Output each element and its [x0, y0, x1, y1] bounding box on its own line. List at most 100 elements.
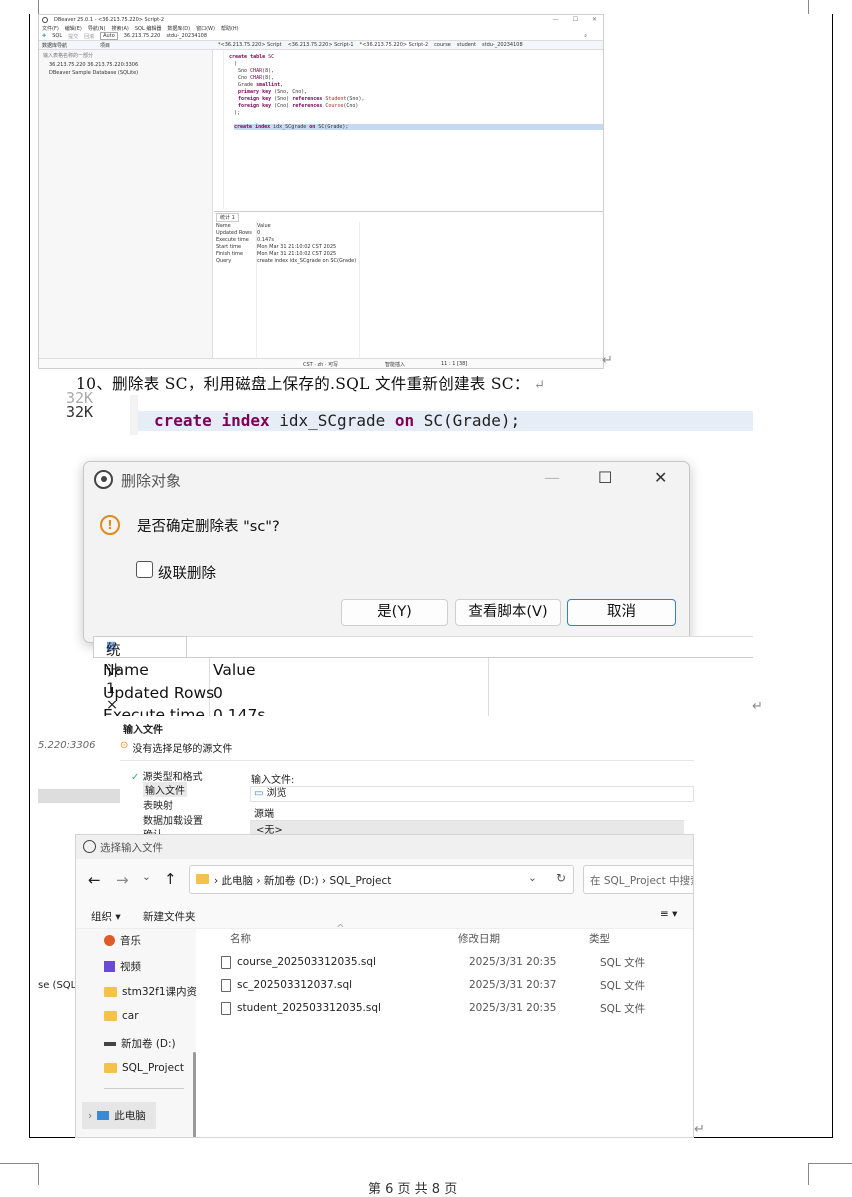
- recent-chevron-icon[interactable]: ⌄: [142, 871, 151, 883]
- view-script-button[interactable]: 查看脚本(V): [455, 599, 561, 626]
- yes-button[interactable]: 是(Y): [341, 599, 448, 626]
- sidebar-item-folder[interactable]: SQL_Project: [104, 1062, 184, 1074]
- refresh-icon[interactable]: ↻: [556, 871, 566, 885]
- new-connection-icon[interactable]: ✚: [42, 33, 46, 39]
- minimize-icon[interactable]: —: [544, 468, 560, 487]
- organize-button[interactable]: 组织 ▾: [91, 909, 121, 924]
- sidebar-item-folder[interactable]: stm32f1课内资: [104, 984, 197, 999]
- import-wizard: 5.220:3306 输入文件 ⊙ 没有选择足够的源文件 ✓ 源类型和格式 输入文…: [38, 716, 694, 840]
- menu-search[interactable]: 搜索(A): [112, 25, 129, 32]
- column-date[interactable]: 修改日期: [458, 931, 500, 946]
- sidebar-item-video[interactable]: 视频: [104, 959, 141, 974]
- menu-sql-editor[interactable]: SQL 编辑器: [135, 25, 162, 32]
- address-bar[interactable]: › 此电脑 › 新加卷 (D:) › SQL_Project ⌄ ↻: [189, 865, 574, 894]
- cascade-checkbox[interactable]: [136, 561, 153, 578]
- auto-commit-toggle[interactable]: Auto: [100, 32, 118, 40]
- stats-tab[interactable]: 统计 1: [216, 213, 239, 222]
- wizard-step[interactable]: 输入文件: [143, 782, 187, 797]
- editor-gutter: [214, 50, 224, 210]
- minimize-icon[interactable]: —: [553, 16, 559, 23]
- menu-navigate[interactable]: 导航(N): [88, 25, 106, 32]
- sidebar-item-folder[interactable]: car: [104, 1010, 139, 1022]
- breadcrumb: › 此电脑 › 新加卷 (D:) › SQL_Project: [214, 875, 392, 887]
- editor-tab-script[interactable]: *<36.213.75.220> Script: [218, 42, 282, 48]
- stats-table: Name Value Updated Rows 0 Execute time 0.14…: [214, 222, 603, 358]
- status-locale: CST · zh · 可写: [303, 362, 339, 368]
- column-type[interactable]: 类型: [589, 931, 610, 946]
- menu-window[interactable]: 窗口(W): [196, 25, 215, 32]
- menu-file[interactable]: 文件(F): [42, 25, 59, 32]
- window-title: DBeaver 25.0.1 - <36.213.75.220> Script-…: [54, 16, 165, 23]
- file-row[interactable]: course_202503312035.sql 2025/3/31 20:35 …: [221, 952, 693, 972]
- stats-cell: Query: [216, 258, 232, 264]
- file-icon: [221, 955, 231, 969]
- maximize-icon[interactable]: ☐: [598, 468, 612, 487]
- commit-button[interactable]: 提交: [68, 33, 78, 40]
- file-row[interactable]: sc_202503312037.sql 2025/3/31 20:37 SQL …: [221, 975, 693, 995]
- up-icon[interactable]: ↑: [164, 870, 177, 888]
- close-icon[interactable]: ✕: [654, 468, 667, 487]
- code-line: );: [234, 110, 241, 116]
- results-panel: 统计 1 Name Value Updated Rows 0 Execute tim…: [214, 211, 603, 358]
- folder-icon: [196, 874, 209, 884]
- view-options-icon[interactable]: ≡ ▾: [660, 908, 677, 920]
- folder-icon: ▭: [254, 788, 264, 799]
- folder-icon: [104, 986, 117, 997]
- menu-edit[interactable]: 编辑(E): [65, 25, 82, 32]
- drive-icon: [104, 1041, 116, 1046]
- search-icon[interactable]: ⌕: [584, 33, 587, 39]
- sql-editor[interactable]: create table SC ( Sno CHAR(8), Cno CHAR(…: [214, 50, 603, 210]
- confirm-message: 是否确定删除表 "sc"?: [137, 519, 280, 535]
- editor-tab-student[interactable]: student: [457, 42, 476, 48]
- database-navigator: 输入表格名称的一部分 36.213.75.220 36.213.75.220:3…: [39, 50, 213, 358]
- code-line: primary key (Sno, Cno),: [238, 89, 308, 95]
- chevron-right-icon[interactable]: ›: [88, 1110, 92, 1122]
- browse-button[interactable]: ▭ 浏览: [250, 786, 694, 802]
- cancel-button[interactable]: 取消: [567, 599, 676, 626]
- chevron-down-icon[interactable]: ⌄: [528, 872, 537, 884]
- sidebar-item-this-pc[interactable]: › 此电脑: [82, 1102, 156, 1129]
- app-icon: [42, 16, 48, 23]
- maximize-icon[interactable]: ☐: [573, 16, 578, 23]
- connection-selector[interactable]: 36.213.75.220: [124, 33, 161, 39]
- wizard-step[interactable]: 数据加载设置: [143, 812, 203, 827]
- menu-database[interactable]: 数据库(D): [167, 25, 190, 32]
- wizard-step[interactable]: 表映射: [143, 797, 173, 812]
- status-bar: CST · zh · 可写 智能插入 11 : 1 [38]: [39, 358, 603, 368]
- scrollbar[interactable]: [193, 1052, 196, 1137]
- editor-tab-schema[interactable]: stdu-_20234108: [482, 42, 523, 48]
- warning-icon: ⊙: [120, 740, 129, 751]
- file-icon: [221, 1001, 231, 1015]
- wizard-title: 输入文件: [123, 725, 163, 736]
- nav-tab[interactable]: 数据库导航: [42, 42, 94, 49]
- tree-item-connection[interactable]: 36.213.75.220 36.213.75.220:3306: [49, 62, 138, 68]
- new-folder-button[interactable]: 新建文件夹: [143, 909, 196, 924]
- warning-icon: !: [100, 515, 120, 535]
- tree-item-sample-db[interactable]: DBeaver Sample Database (SQLite): [49, 70, 138, 76]
- return-mark: ↵: [694, 1122, 705, 1137]
- file-row[interactable]: student_202503312035.sql 2025/3/31 20:35…: [221, 998, 693, 1018]
- stats-cell: Finish time: [216, 251, 244, 257]
- rollback-button[interactable]: 回滚: [84, 33, 94, 40]
- wizard-step[interactable]: ✓ 源类型和格式: [131, 768, 203, 783]
- stats-cell: Mon Mar 31 21:10:02 CST 2025: [257, 244, 337, 250]
- schema-selector[interactable]: stdu-_20234108: [166, 33, 207, 39]
- sql-button[interactable]: SQL: [52, 33, 62, 39]
- sidebar-item-music[interactable]: 音乐: [104, 933, 141, 948]
- dbeaver-icon: [94, 470, 113, 489]
- editor-tab-course[interactable]: course: [434, 42, 451, 48]
- nav-filter-input[interactable]: 输入表格名称的一部分: [43, 52, 93, 59]
- sidebar-item-drive[interactable]: 新加卷 (D:): [104, 1036, 176, 1051]
- stats-tab[interactable]: ▦ 统计 1 ×: [93, 636, 187, 713]
- editor-tab-script-2[interactable]: *<36.213.75.220> Script-2: [359, 42, 429, 48]
- forward-icon[interactable]: →: [116, 871, 129, 889]
- column-name[interactable]: 名称: [230, 931, 251, 946]
- search-input[interactable]: 在 SQL_Project 中搜索: [583, 865, 693, 894]
- code-line: Sno CHAR(8),: [238, 68, 275, 74]
- menu-help[interactable]: 帮助(H): [221, 25, 239, 32]
- status-insert-mode: 智能插入: [385, 362, 406, 368]
- back-icon[interactable]: ←: [88, 871, 101, 889]
- close-icon[interactable]: ✕: [592, 16, 597, 23]
- project-tab[interactable]: 项目: [100, 42, 212, 49]
- editor-tab-script-1[interactable]: <36.213.75.220> Script-1: [288, 42, 354, 48]
